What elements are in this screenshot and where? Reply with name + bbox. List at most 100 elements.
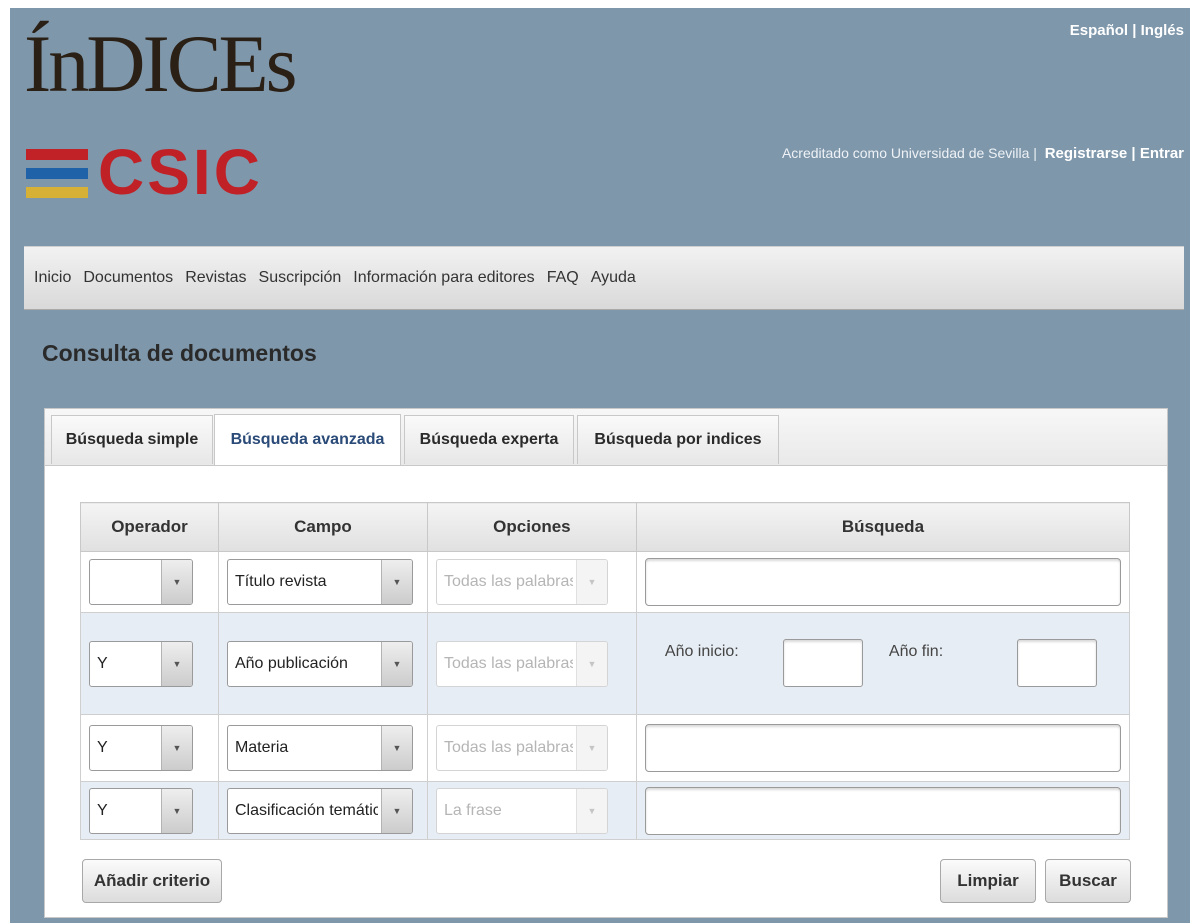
campo-value: Año publicación bbox=[234, 654, 348, 672]
search-button[interactable]: Buscar bbox=[1045, 859, 1131, 903]
cell-operador: Y ▼ bbox=[80, 714, 219, 782]
cell-campo: Año publicación ▼ bbox=[217, 612, 428, 715]
operador-value: Y bbox=[97, 654, 108, 672]
campo-value: Materia bbox=[234, 739, 289, 756]
campo-value: Clasificación temática bbox=[234, 801, 378, 819]
login-link[interactable]: Entrar bbox=[1140, 145, 1184, 162]
account-links: Acreditado como Universidad de Sevilla |… bbox=[782, 145, 1184, 162]
cell-busqueda: Año inicio: Año fin: bbox=[635, 612, 1131, 715]
logo-stripe-red bbox=[26, 149, 88, 160]
add-criterion-button[interactable]: Añadir criterio bbox=[82, 859, 222, 903]
nav-item-ayuda[interactable]: Ayuda bbox=[591, 269, 636, 287]
busqueda-input[interactable] bbox=[644, 786, 1121, 835]
lang-separator: | bbox=[1128, 22, 1141, 39]
chevron-down-icon: ▼ bbox=[161, 726, 192, 770]
cell-opciones: Todas las palabras ▼ bbox=[426, 714, 637, 782]
year-start-input[interactable] bbox=[782, 639, 863, 687]
chevron-down-icon: ▼ bbox=[380, 788, 412, 833]
campo-select[interactable]: Clasificación temática ▼ bbox=[226, 787, 413, 834]
nav-item-suscripcion[interactable]: Suscripción bbox=[259, 269, 342, 287]
operador-select[interactable]: Y ▼ bbox=[89, 725, 193, 771]
year-end-label: Año fin: bbox=[888, 643, 944, 660]
chevron-down-icon: ▼ bbox=[161, 788, 192, 833]
tab-busqueda-avanzada[interactable]: Búsqueda avanzada bbox=[214, 414, 401, 465]
tab-busqueda-simple[interactable]: Búsqueda simple bbox=[51, 415, 213, 464]
header-operador: Operador bbox=[80, 502, 219, 552]
tab-busqueda-por-indices[interactable]: Búsqueda por indices bbox=[577, 415, 779, 464]
logo-stripe-blue bbox=[26, 168, 88, 179]
operador-select[interactable]: Y ▼ bbox=[89, 787, 193, 834]
opciones-value: Todas las palabras bbox=[443, 654, 573, 672]
campo-select[interactable]: Materia ▼ bbox=[226, 725, 413, 771]
year-start-label: Año inicio: bbox=[664, 643, 739, 660]
logo-csic-text: CSIC bbox=[98, 136, 263, 208]
table-row: Y ▼ Materia ▼ Todas las palabras ▼ bbox=[80, 714, 1131, 782]
chevron-down-icon: ▼ bbox=[161, 560, 192, 604]
accreditation-text: Acreditado como Universidad de Sevilla | bbox=[781, 145, 1037, 161]
operador-select[interactable]: ▼ bbox=[89, 559, 193, 605]
busqueda-input[interactable] bbox=[644, 558, 1121, 606]
nav-item-inicio[interactable]: Inicio bbox=[34, 269, 71, 287]
cell-busqueda bbox=[635, 781, 1131, 840]
search-panel: Búsqueda simple Búsqueda avanzada Búsque… bbox=[44, 408, 1168, 918]
lang-english-link[interactable]: Inglés bbox=[1141, 22, 1184, 39]
page-title: Consulta de documentos bbox=[42, 340, 317, 366]
opciones-value: Todas las palabras bbox=[443, 739, 573, 756]
table-header-row: Operador Campo Opciones Búsqueda bbox=[80, 502, 1131, 552]
criteria-table: Operador Campo Opciones Búsqueda ▼ Títul… bbox=[80, 502, 1131, 840]
year-range: Año inicio: Año fin: bbox=[637, 613, 1129, 714]
opciones-select: Todas las palabras ▼ bbox=[435, 640, 608, 687]
opciones-value: La frase bbox=[443, 801, 502, 819]
table-row: Y ▼ Clasificación temática ▼ La frase ▼ bbox=[80, 781, 1131, 840]
window-frame-top bbox=[0, 0, 1190, 8]
tab-busqueda-experta[interactable]: Búsqueda experta bbox=[404, 415, 574, 464]
chevron-down-icon: ▼ bbox=[575, 560, 607, 604]
chevron-down-icon: ▼ bbox=[575, 788, 607, 833]
cell-campo: Clasificación temática ▼ bbox=[217, 781, 428, 840]
operador-value: Y bbox=[97, 801, 108, 819]
nav-item-documentos[interactable]: Documentos bbox=[83, 269, 173, 287]
operador-select[interactable]: Y ▼ bbox=[89, 640, 193, 687]
logo-indices-text: ÍnDICEs bbox=[24, 18, 298, 109]
campo-select[interactable]: Título revista ▼ bbox=[226, 559, 413, 605]
cell-opciones: Todas las palabras ▼ bbox=[426, 612, 637, 715]
chevron-down-icon: ▼ bbox=[380, 726, 412, 770]
busqueda-input[interactable] bbox=[644, 724, 1121, 772]
header-busqueda: Búsqueda bbox=[635, 502, 1131, 552]
chevron-down-icon: ▼ bbox=[575, 641, 607, 686]
opciones-select: Todas las palabras ▼ bbox=[435, 725, 608, 771]
tab-bar: Búsqueda simple Búsqueda avanzada Búsque… bbox=[45, 409, 1167, 466]
cell-campo: Título revista ▼ bbox=[217, 551, 428, 613]
register-link[interactable]: Registrarse bbox=[1045, 145, 1128, 162]
opciones-select: Todas las palabras ▼ bbox=[435, 559, 608, 605]
operador-value: Y bbox=[97, 739, 108, 756]
opciones-value: Todas las palabras bbox=[443, 573, 573, 590]
window-frame-left bbox=[0, 0, 10, 923]
cell-campo: Materia ▼ bbox=[217, 714, 428, 782]
header-campo: Campo bbox=[217, 502, 428, 552]
chevron-down-icon: ▼ bbox=[380, 560, 412, 604]
cell-busqueda bbox=[635, 714, 1131, 782]
language-switcher: Español | Inglés bbox=[1070, 22, 1184, 39]
account-separator: | bbox=[1127, 145, 1140, 162]
lang-spanish-link[interactable]: Español bbox=[1070, 22, 1128, 39]
chevron-down-icon: ▼ bbox=[380, 641, 412, 686]
chevron-down-icon: ▼ bbox=[161, 641, 192, 686]
logo-stripes-icon bbox=[26, 149, 88, 206]
clear-button[interactable]: Limpiar bbox=[940, 859, 1036, 903]
campo-select[interactable]: Año publicación ▼ bbox=[226, 640, 413, 687]
nav-item-revistas[interactable]: Revistas bbox=[185, 269, 246, 287]
cell-operador: Y ▼ bbox=[80, 781, 219, 840]
nav-item-faq[interactable]: FAQ bbox=[547, 269, 579, 287]
nav-item-informacion-editores[interactable]: Información para editores bbox=[353, 269, 534, 287]
cell-operador: Y ▼ bbox=[80, 612, 219, 715]
cell-opciones: La frase ▼ bbox=[426, 781, 637, 840]
opciones-select: La frase ▼ bbox=[435, 787, 608, 834]
table-row: ▼ Título revista ▼ Todas las palabras ▼ bbox=[80, 551, 1131, 613]
cell-busqueda bbox=[635, 551, 1131, 613]
year-end-input[interactable] bbox=[1016, 639, 1097, 687]
table-row: Y ▼ Año publicación ▼ Todas las palabras… bbox=[80, 612, 1131, 715]
cell-operador: ▼ bbox=[80, 551, 219, 613]
chevron-down-icon: ▼ bbox=[575, 726, 607, 770]
logo-stripe-yellow bbox=[26, 187, 88, 198]
